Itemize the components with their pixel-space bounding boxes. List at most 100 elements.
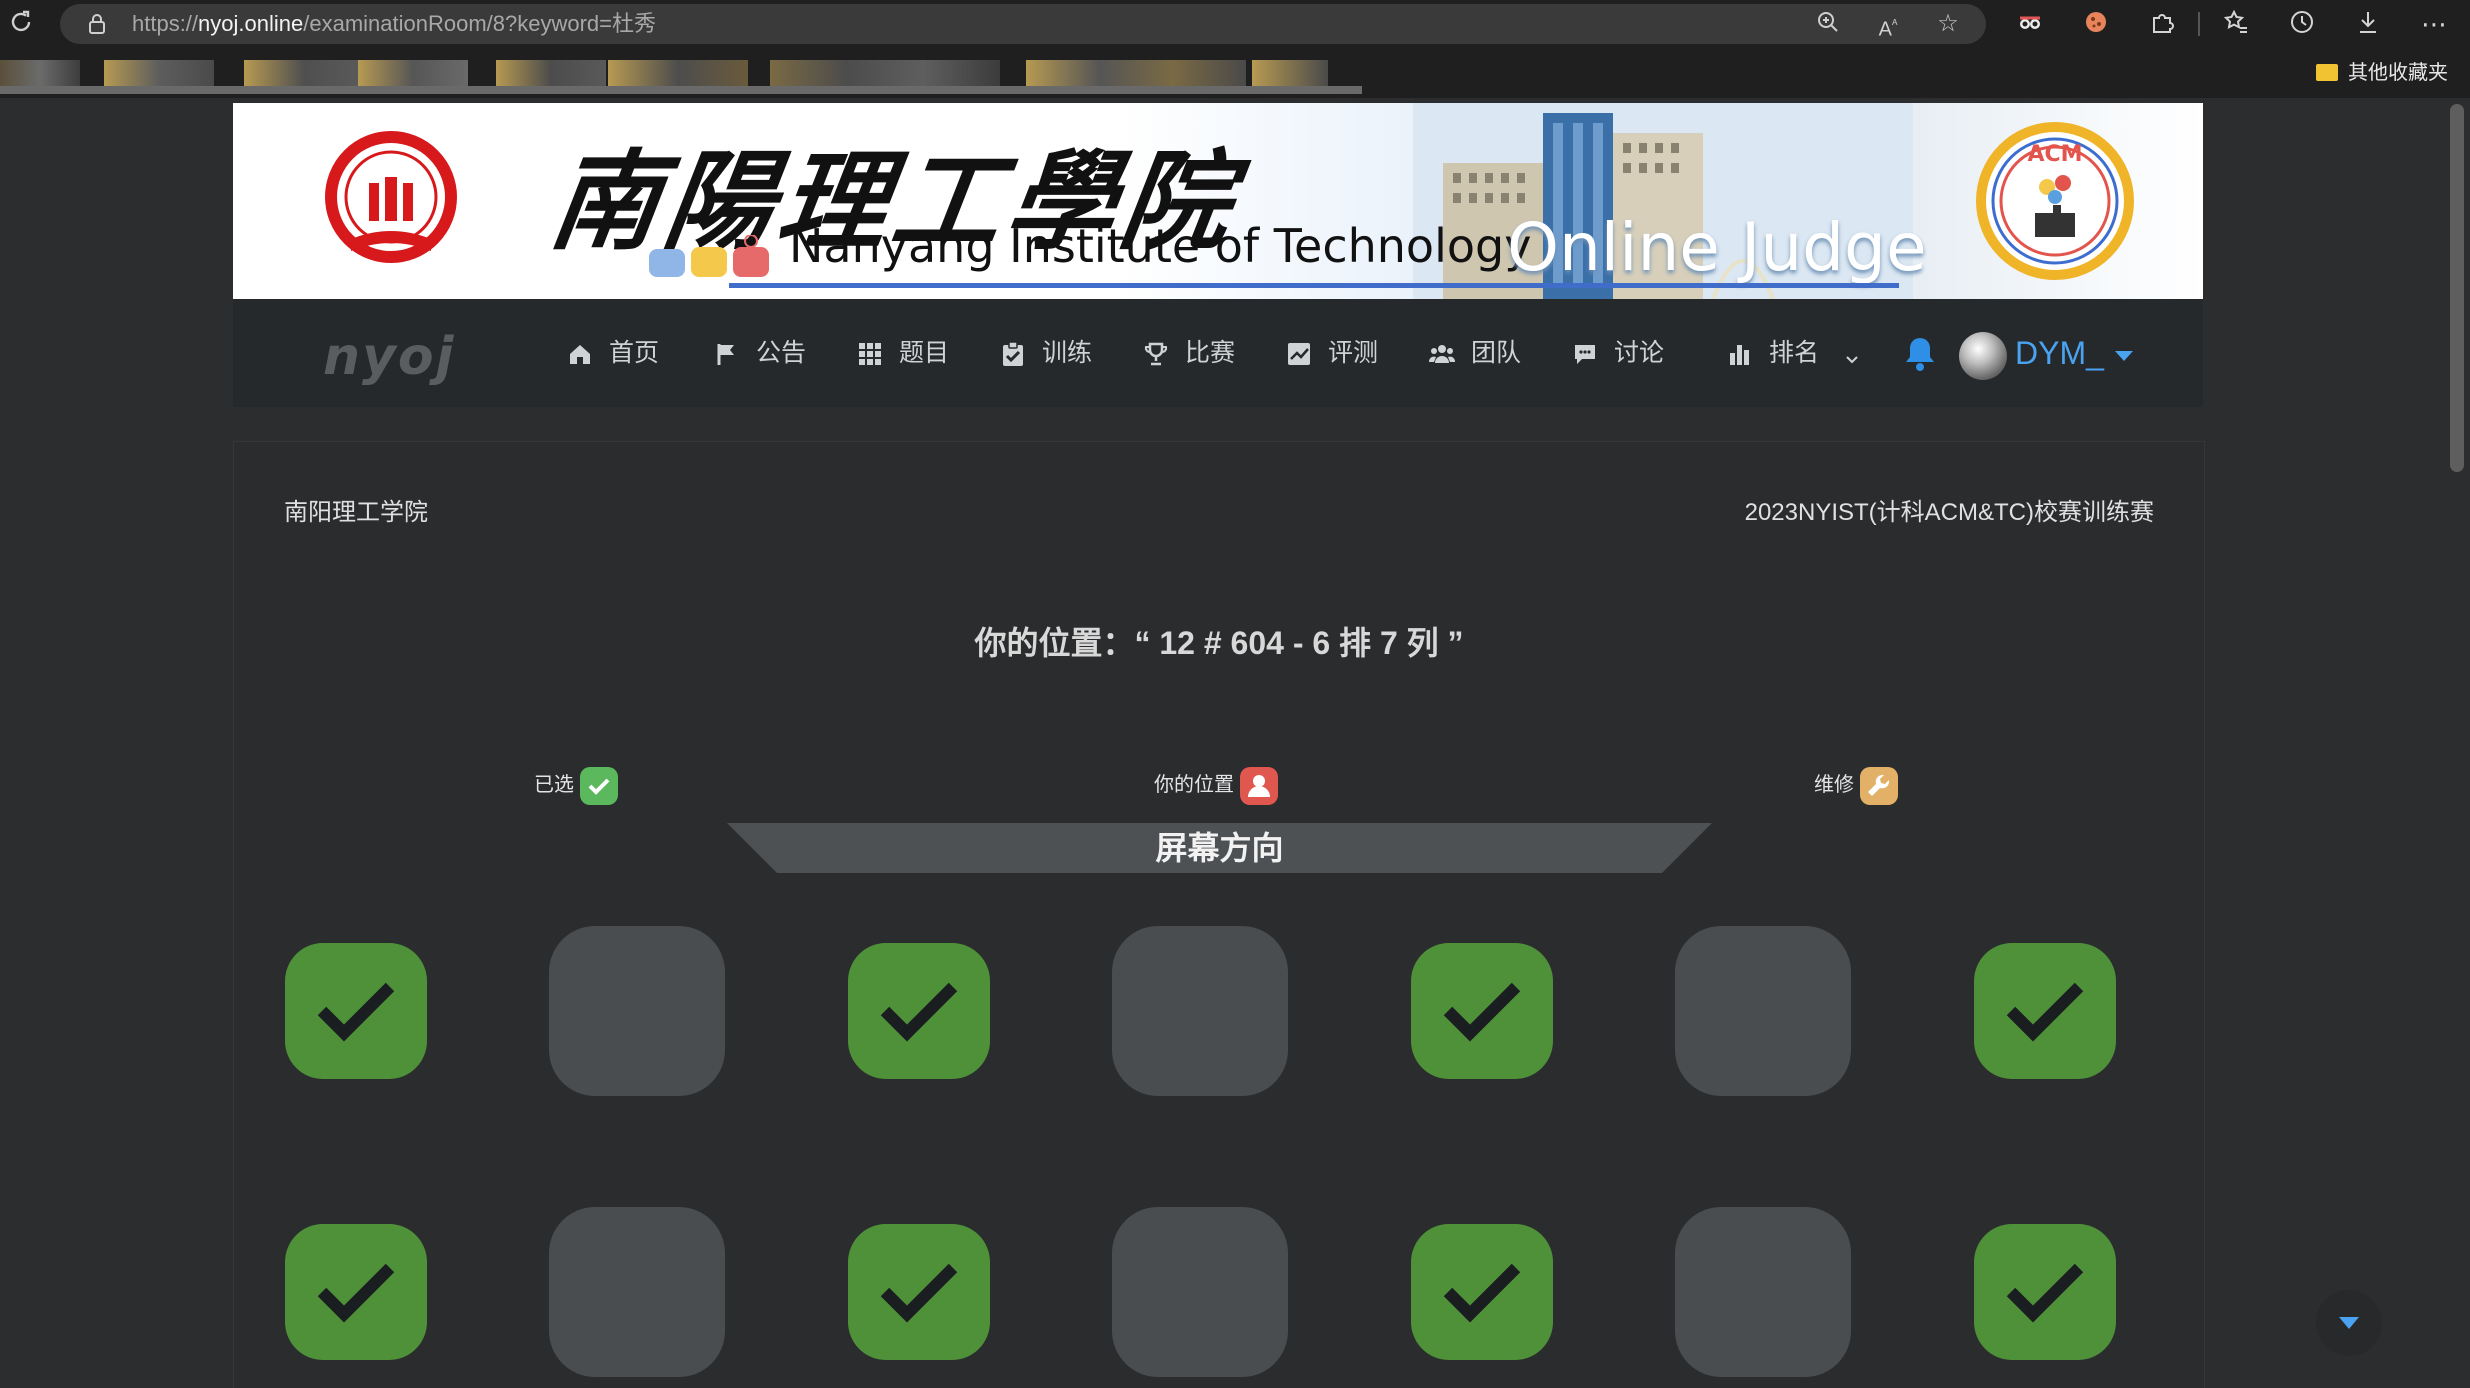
check-icon <box>2006 1263 2084 1323</box>
nav-home[interactable]: 首页 <box>567 331 659 375</box>
avatar[interactable] <box>1959 332 2007 380</box>
nav-announcements[interactable]: 公告 <box>714 331 806 375</box>
main-nav: nyoj 首页 公告 题目 训练 比赛 评测 团队 讨论 排名 DYM_ <box>233 299 2203 407</box>
bar-chart-icon <box>1730 345 1749 365</box>
read-aloud-icon[interactable]: Aᴬ <box>1874 10 1902 41</box>
nav-contests[interactable]: 比赛 <box>1143 331 1235 375</box>
seat-r1-c1[interactable] <box>285 943 427 1079</box>
legend-repair: 维修 <box>1814 765 1898 805</box>
extension-cookie-icon[interactable] <box>2080 8 2112 40</box>
nav-ranking[interactable]: 排名 <box>1727 331 1860 375</box>
trophy-icon <box>1144 342 1168 366</box>
seat-r1-c7[interactable] <box>1974 943 2116 1079</box>
bookmark-item[interactable] <box>608 60 748 86</box>
page-scrollbar-thumb[interactable] <box>2450 104 2464 472</box>
seat-r1-c6[interactable] <box>1675 926 1851 1096</box>
check-icon <box>580 766 618 805</box>
favorites-icon[interactable] <box>2220 8 2252 40</box>
nav-contests-label: 比赛 <box>1185 339 1236 367</box>
url-text[interactable]: https://nyoj.online/examinationRoom/8?ke… <box>132 4 656 44</box>
nyoj-logo[interactable]: nyoj <box>323 327 455 387</box>
bookmark-item[interactable] <box>496 60 606 86</box>
more-menu-icon[interactable]: ⋯ <box>2418 8 2450 40</box>
chart-line-icon <box>1288 343 1310 365</box>
school-english-name: Nanyang Institute of Technology <box>789 219 1532 273</box>
check-icon <box>2006 982 2084 1042</box>
nav-training[interactable]: 训练 <box>1000 331 1092 375</box>
school-seal-logo <box>325 131 457 263</box>
comment-icon <box>1575 345 1595 364</box>
bookmark-item[interactable] <box>0 60 80 86</box>
bookmark-item[interactable] <box>1026 60 1246 86</box>
username[interactable]: DYM_ <box>2015 331 2104 375</box>
your-position-text: 你的位置：“ 12 # 604 - 6 排 7 列 ” <box>974 625 1464 661</box>
online-judge-title: Online Judge <box>1507 209 1927 286</box>
seat-r1-c2[interactable] <box>549 926 725 1096</box>
acm-logo-text: ACM <box>2027 142 2082 167</box>
nav-teams[interactable]: 团队 <box>1428 331 1521 375</box>
nav-discussion[interactable]: 讨论 <box>1572 331 1664 375</box>
extension-glasses-icon[interactable] <box>2014 8 2046 40</box>
nav-problems[interactable]: 题目 <box>857 331 949 375</box>
nav-problems-label: 题目 <box>899 339 950 367</box>
nav-home-label: 首页 <box>609 339 660 367</box>
user-icon <box>1240 766 1278 805</box>
scroll-down-button[interactable] <box>2316 1290 2382 1356</box>
legend-repair-label: 维修 <box>1814 774 1854 796</box>
seat-r1-c5[interactable] <box>1411 943 1553 1079</box>
contest-name: 2023NYIST(计科ACM&TC)校赛训练赛 <box>1744 499 2154 526</box>
seat-r2-c3[interactable] <box>848 1224 990 1360</box>
zoom-icon[interactable] <box>1814 10 1842 38</box>
nav-announcements-label: 公告 <box>756 339 807 367</box>
exam-room-card: 南阳理工学院 2023NYIST(计科ACM&TC)校赛训练赛 你的位置：“ 1… <box>233 441 2205 1388</box>
bookmark-item[interactable] <box>244 60 364 86</box>
bookmark-item[interactable] <box>1252 60 1328 86</box>
check-icon <box>1443 982 1521 1042</box>
seat-r2-c6[interactable] <box>1675 1207 1851 1377</box>
lock-icon[interactable] <box>86 13 108 35</box>
seat-r2-c2[interactable] <box>549 1207 725 1377</box>
chevron-down-icon <box>1846 356 1858 364</box>
url-path: /examinationRoom/8?keyword=杜秀 <box>303 11 657 36</box>
bookmark-selection-bar <box>0 86 1362 94</box>
school-name: 南阳理工学院 <box>284 499 428 526</box>
reload-icon[interactable] <box>6 9 36 39</box>
nav-judge-label: 评测 <box>1328 339 1379 367</box>
bookmark-item[interactable] <box>358 60 468 86</box>
arrow-down-icon <box>2339 1317 2359 1329</box>
nav-training-label: 训练 <box>1042 339 1093 367</box>
legend-selected-label: 已选 <box>534 774 574 796</box>
seat-r1-c3[interactable] <box>848 943 990 1079</box>
banner-underline <box>729 283 1899 288</box>
check-icon <box>317 1263 395 1323</box>
decorative-bubbles <box>649 235 769 277</box>
browser-toolbar: https://nyoj.online/examinationRoom/8?ke… <box>0 0 2470 48</box>
bell-icon[interactable] <box>1903 335 1937 373</box>
bookmark-item[interactable] <box>104 60 214 86</box>
seat-r2-c7[interactable] <box>1974 1224 2116 1360</box>
address-bar[interactable]: https://nyoj.online/examinationRoom/8?ke… <box>60 4 1986 44</box>
bookmark-item[interactable] <box>770 60 1000 86</box>
bookmark-folder-label: 其他收藏夹 <box>2348 62 2448 84</box>
check-icon <box>317 982 395 1042</box>
grid-icon <box>859 343 881 365</box>
download-icon[interactable] <box>2352 8 2384 40</box>
seat-r1-c4[interactable] <box>1112 926 1288 1096</box>
legend-your-position: 你的位置 <box>1154 765 1278 805</box>
site-banner: 南陽理工學院 Nanyang Institute of Technology O… <box>233 103 2203 299</box>
toolbar-divider <box>2198 12 2200 36</box>
screen-direction-label: 屏幕方向 <box>1155 830 1284 866</box>
seat-r2-c4[interactable] <box>1112 1207 1288 1377</box>
seat-r2-c5[interactable] <box>1411 1224 1553 1360</box>
favorite-star-icon[interactable]: ☆ <box>1934 10 1962 38</box>
nav-judge[interactable]: 评测 <box>1286 331 1378 375</box>
seat-r2-c1[interactable] <box>285 1224 427 1360</box>
check-icon <box>880 1263 958 1323</box>
history-icon[interactable] <box>2286 8 2318 40</box>
flag-icon <box>717 344 734 365</box>
caret-down-icon[interactable] <box>2113 349 2135 363</box>
legend-your-position-label: 你的位置 <box>1154 774 1234 796</box>
url-prefix: https:// <box>132 11 199 36</box>
extensions-puzzle-icon[interactable] <box>2146 8 2178 40</box>
other-favorites-folder[interactable]: 其他收藏夹 <box>2316 60 2448 86</box>
